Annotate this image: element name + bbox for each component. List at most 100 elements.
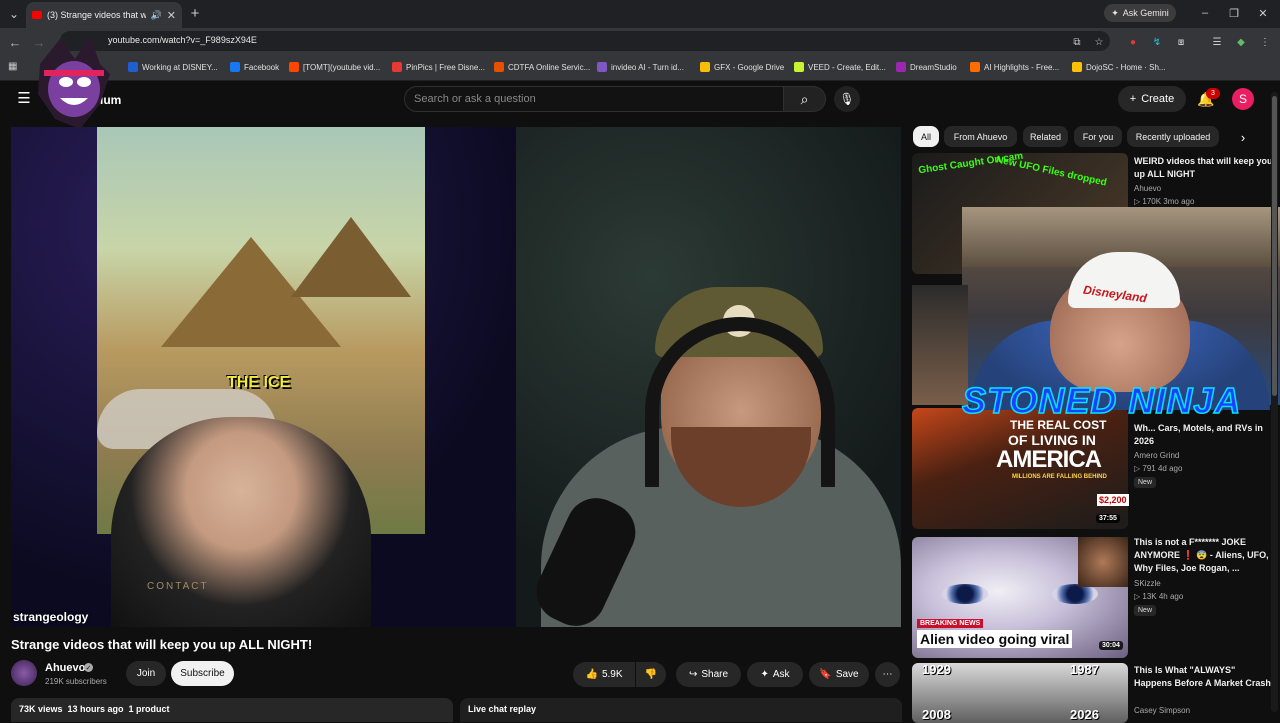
- search-input[interactable]: Search or ask a question: [404, 86, 784, 112]
- bookmark-label: VEED - Create, Edit...: [808, 62, 886, 72]
- reading-list-icon[interactable]: ☰: [1210, 35, 1224, 49]
- join-button[interactable]: Join: [126, 661, 166, 686]
- back-icon[interactable]: ←: [6, 33, 24, 51]
- extension-record-icon[interactable]: ●: [1126, 35, 1140, 49]
- new-tab-button[interactable]: +: [186, 4, 204, 22]
- channel-name[interactable]: Ahuevo: [45, 662, 85, 674]
- recommendation-channel[interactable]: Ahuevo: [1134, 184, 1161, 193]
- bookmark-item[interactable]: DreamStudio: [896, 60, 957, 74]
- youtube-favicon-icon: [32, 11, 42, 19]
- bookmark-favicon-icon: [494, 62, 504, 72]
- bookmark-item[interactable]: GFX - Google Drive: [700, 60, 784, 74]
- bookmark-label: CDTFA Online Servic...: [508, 62, 591, 72]
- cast-icon[interactable]: ⧉: [1070, 35, 1084, 49]
- browser-menu-icon[interactable]: ⋮: [1258, 35, 1272, 49]
- bookmark-item[interactable]: Working at DISNEY...: [128, 60, 218, 74]
- minimize-icon[interactable]: –: [1196, 5, 1214, 21]
- share-arrow-icon: ↪: [688, 669, 698, 680]
- save-button[interactable]: 🔖 Save: [809, 662, 869, 687]
- recommendation-stats: ▷ 791 4d ago: [1134, 464, 1183, 473]
- gemini-sparkle-icon: ✦: [1111, 7, 1119, 18]
- bookmark-favicon-icon: [896, 62, 906, 72]
- bookmark-label: AI Highlights - Free...: [984, 62, 1060, 72]
- tab-title: (3) Strange videos that will k: [47, 10, 146, 20]
- bookmark-item[interactable]: VEED - Create, Edit...: [794, 60, 886, 74]
- chip-from-ahuevo[interactable]: From Ahuevo: [944, 126, 1017, 147]
- thumbnail-price-tag: $2,200: [1097, 494, 1129, 506]
- browser-tab[interactable]: (3) Strange videos that will k 🔊 ✕: [26, 2, 182, 28]
- recommendation-channel[interactable]: SKizzle: [1134, 579, 1161, 588]
- extensions-puzzle-icon[interactable]: ⧆: [1174, 35, 1188, 49]
- video-player[interactable]: CONTACT THE ICE: [11, 127, 901, 627]
- verified-check-icon: ✓: [84, 663, 93, 672]
- like-count: 5.9K: [601, 669, 623, 680]
- new-badge: New: [1134, 477, 1157, 488]
- chevron-right-icon[interactable]: ›: [1234, 128, 1252, 146]
- create-button[interactable]: + Create: [1118, 86, 1186, 112]
- apps-grid-icon[interactable]: ▦: [8, 61, 17, 72]
- recommendation-channel[interactable]: Amero Grind: [1134, 451, 1179, 460]
- tab-close-icon[interactable]: ✕: [167, 9, 176, 22]
- plus-icon: +: [1129, 93, 1137, 105]
- bookmark-label: Facebook: [244, 62, 280, 72]
- chip-recently-uploaded[interactable]: Recently uploaded: [1127, 126, 1219, 147]
- like-button[interactable]: 👍 5.9K: [573, 662, 635, 687]
- microphone-icon: 🎙: [839, 92, 855, 106]
- restore-icon[interactable]: ❐: [1225, 5, 1243, 21]
- subscribe-button[interactable]: Subscribe: [171, 661, 234, 686]
- recommendation-title[interactable]: WEIRD videos that will keep you up ALL N…: [1134, 155, 1274, 181]
- ask-label: Ask: [772, 669, 790, 680]
- bookmark-item[interactable]: AI Highlights - Free...: [970, 60, 1059, 74]
- chip-related[interactable]: Related: [1023, 126, 1068, 147]
- recommendation-title[interactable]: This is not a F******* JOKE ANYMORE ❗ 😨 …: [1134, 536, 1274, 575]
- profile-extension-icon[interactable]: ◆: [1234, 35, 1248, 49]
- tab-search-button[interactable]: ⌄: [4, 4, 24, 24]
- close-window-icon[interactable]: ✕: [1254, 5, 1272, 21]
- thumbs-down-icon: 👎: [644, 669, 658, 680]
- video-title: Strange videos that will keep you up ALL…: [11, 637, 313, 652]
- thumbnail-text: AMERICA: [996, 446, 1102, 473]
- bookmark-item[interactable]: CDTFA Online Servic...: [494, 60, 590, 74]
- channel-avatar[interactable]: [11, 660, 37, 686]
- bookmark-favicon-icon: [970, 62, 980, 72]
- bookmark-item[interactable]: PinPics | Free Disne...: [392, 60, 485, 74]
- bookmark-item[interactable]: invideo AI - Turn id...: [597, 60, 684, 74]
- video-caption: THE ICE: [227, 374, 291, 391]
- bookmark-item[interactable]: DojoSC - Home · Sh...: [1072, 60, 1166, 74]
- tent-shape: [291, 217, 411, 297]
- url-text[interactable]: youtube.com/watch?v=_F989szX94E: [108, 35, 257, 45]
- bookmark-label: invideo AI - Turn id...: [611, 62, 684, 72]
- thumbnail-headline: Alien video going viral: [917, 630, 1073, 648]
- voice-search-button[interactable]: 🎙: [834, 86, 860, 112]
- extension-arrows-icon[interactable]: ↯: [1150, 35, 1164, 49]
- host-person: [111, 417, 371, 627]
- bookmark-label: DreamStudio: [910, 62, 957, 72]
- bookmark-star-icon[interactable]: ☆: [1092, 35, 1106, 49]
- duration-badge: 30:04: [1099, 641, 1123, 650]
- tab-audio-icon[interactable]: 🔊: [151, 10, 162, 21]
- alien-eye: [942, 584, 988, 604]
- recommendation-title[interactable]: This Is What "ALWAYS" Happens Before A M…: [1134, 664, 1274, 690]
- dislike-button[interactable]: 👎: [636, 662, 666, 687]
- thumbnail-year: 1929: [922, 662, 951, 677]
- new-badge: New: [1134, 605, 1157, 616]
- creator-face: [1078, 537, 1128, 587]
- bookmark-label: [TOMT](youtube vid...: [303, 62, 381, 72]
- search-button[interactable]: ⌕: [784, 86, 826, 112]
- ask-button[interactable]: ✦ Ask: [747, 662, 803, 687]
- share-label: Share: [701, 669, 729, 680]
- bookmark-favicon-icon: [1072, 62, 1082, 72]
- scrollbar-thumb[interactable]: [1272, 96, 1277, 396]
- bookmark-item[interactable]: [TOMT](youtube vid...: [289, 60, 380, 74]
- bookmark-item[interactable]: Facebook: [230, 60, 279, 74]
- recommendation-title[interactable]: Wh... Cars, Motels, and RVs in 2026: [1134, 422, 1274, 448]
- chip-for-you[interactable]: For you: [1074, 126, 1122, 147]
- recommendation-stats: ▷ 170K 3mo ago: [1134, 197, 1195, 206]
- recommendation-channel[interactable]: Casey Simpson: [1134, 706, 1190, 715]
- chip-all[interactable]: All: [913, 126, 939, 147]
- ask-gemini-button[interactable]: ✦ Ask Gemini: [1104, 4, 1176, 22]
- more-actions-button[interactable]: ⋯: [875, 662, 900, 687]
- bookmark-label: Working at DISNEY...: [142, 62, 218, 72]
- account-avatar[interactable]: S: [1232, 88, 1254, 110]
- share-button[interactable]: ↪ Share: [676, 662, 741, 687]
